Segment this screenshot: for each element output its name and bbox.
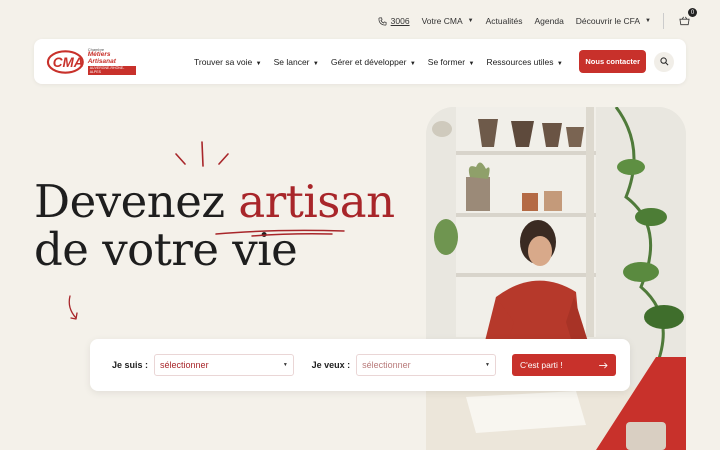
je-veux-label: Je veux : — [311, 360, 351, 370]
nav-label: Ressources utiles — [486, 56, 554, 67]
hero-photo — [426, 107, 686, 450]
phone-link[interactable]: 3006 — [378, 16, 410, 26]
chevron-down-icon: ▼ — [484, 362, 490, 368]
sparks-decoration — [175, 141, 229, 167]
cart-button[interactable]: 0 — [676, 8, 697, 29]
nav-label: Se lancer — [273, 56, 310, 67]
agenda-link[interactable]: Agenda — [534, 16, 563, 26]
caret-down-icon: ▼ — [409, 60, 416, 67]
votre-cma-menu[interactable]: Votre CMA ▼ — [422, 16, 474, 26]
cma-logo-mark: CMA — [46, 49, 84, 74]
search-icon — [659, 57, 668, 66]
chevron-down-icon: ▼ — [282, 362, 288, 368]
je-veux-value: sélectionner — [362, 360, 411, 370]
underline-squiggle — [215, 229, 345, 237]
hero-line-1: Devenez artisan — [34, 178, 395, 226]
je-suis-label: Je suis : — [112, 360, 149, 370]
search-button[interactable] — [654, 51, 674, 72]
nav-item-ressources-utiles[interactable]: Ressources utiles ▼ — [486, 57, 562, 67]
profile-selector-bar: Je suis : sélectionner ▼ Je veux : sélec… — [90, 339, 630, 391]
nav-item-gerer-et-developper[interactable]: Gérer et développer ▼ — [331, 57, 416, 67]
hero-text: Devenez — [34, 175, 239, 228]
agenda-label: Agenda — [534, 16, 564, 26]
nav-item-se-lancer[interactable]: Se lancer ▼ — [274, 57, 319, 67]
caret-down-icon: ▼ — [467, 18, 474, 24]
logo-line-3: Artisanat — [87, 57, 116, 65]
main-navigation: CMA Chambre Métiers Artisanat AUVERGNE-R… — [34, 39, 686, 84]
cest-parti-button[interactable]: C'est parti ! — [511, 354, 616, 376]
arrow-decoration — [68, 295, 78, 320]
caret-down-icon: ▼ — [255, 60, 262, 67]
caret-down-icon: ▼ — [468, 60, 475, 67]
top-utility-bar: 3006 Votre CMA ▼ Actualités Agenda Découv… — [378, 8, 697, 32]
basket-icon — [678, 16, 690, 26]
logo-line-4: AUVERGNE-RHÔNE-ALPES — [87, 66, 136, 75]
actualites-label: Actualités — [485, 16, 523, 26]
votre-cma-label: Votre CMA — [421, 16, 463, 26]
je-veux-select[interactable]: sélectionner ▼ — [356, 354, 496, 376]
nav-label: Se former — [427, 56, 466, 67]
cta-label: C'est parti ! — [519, 360, 563, 370]
hero-accent-word: artisan — [238, 175, 395, 228]
nav-label: Trouver sa voie — [194, 56, 253, 67]
caret-down-icon: ▼ — [645, 18, 651, 24]
phone-number: 3006 — [390, 16, 410, 26]
nav-label: Gérer et développer — [330, 56, 407, 67]
je-suis-select[interactable]: sélectionner ▼ — [154, 354, 294, 376]
caret-down-icon: ▼ — [312, 60, 319, 67]
svg-text:CMA: CMA — [53, 54, 84, 69]
cma-logo[interactable]: CMA Chambre Métiers Artisanat AUVERGNE-R… — [46, 45, 136, 79]
hero-photo-illustration — [426, 107, 686, 450]
nav-menu: Trouver sa voie ▼ Se lancer ▼ Gérer et d… — [194, 57, 563, 67]
actualites-link[interactable]: Actualités — [486, 16, 523, 26]
nav-item-se-former[interactable]: Se former ▼ — [428, 57, 475, 67]
divider — [663, 13, 664, 29]
je-suis-value: sélectionner — [160, 360, 209, 370]
contact-button[interactable]: Nous contacter — [579, 50, 646, 73]
logo-text: Chambre Métiers Artisanat AUVERGNE-RHÔNE… — [87, 48, 136, 75]
arrow-right-icon — [599, 362, 608, 368]
phone-icon — [378, 17, 387, 25]
nav-item-trouver-sa-voie[interactable]: Trouver sa voie ▼ — [194, 57, 262, 67]
cart-count-badge: 0 — [688, 8, 697, 17]
caret-down-icon: ▼ — [556, 60, 563, 67]
cfa-label: Découvrir le CFA — [575, 16, 641, 26]
cfa-menu[interactable]: Découvrir le CFA ▼ — [576, 16, 651, 26]
